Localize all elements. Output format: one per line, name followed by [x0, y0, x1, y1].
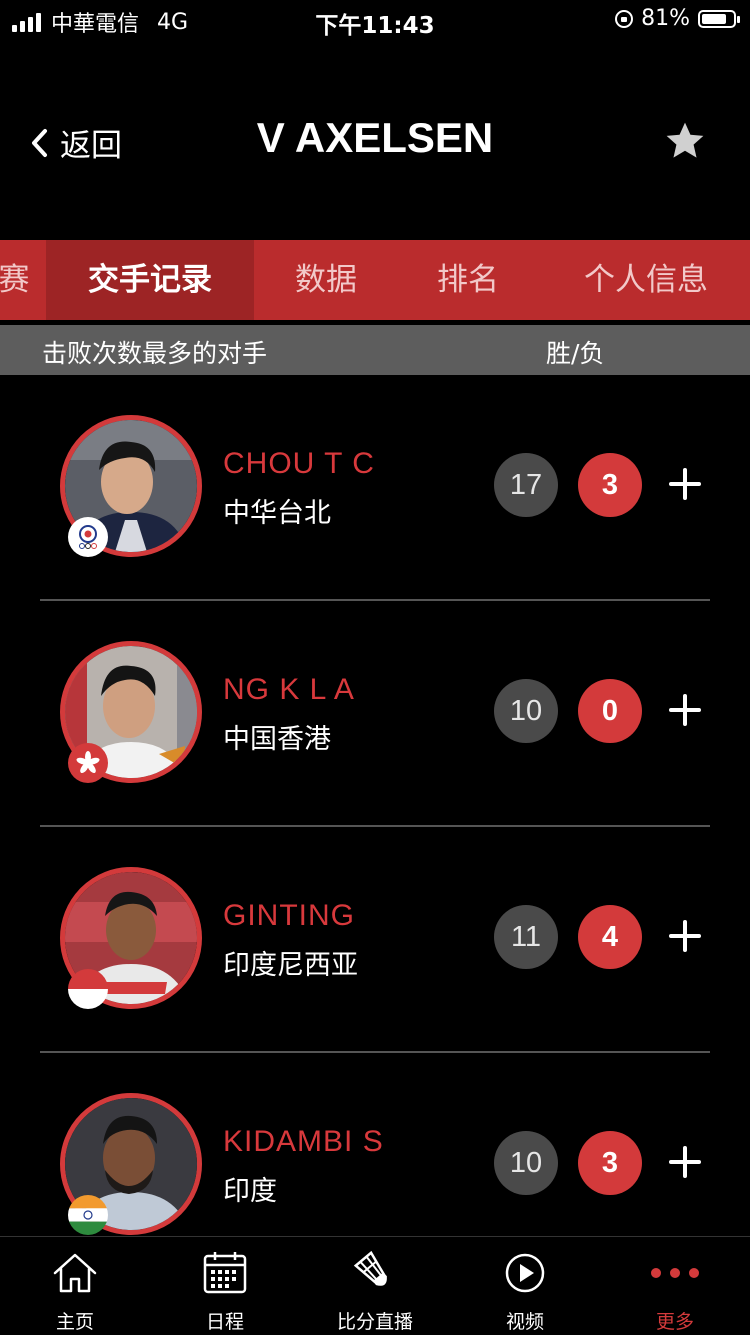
expand-plus-icon[interactable]: [668, 919, 702, 953]
battery-icon: [698, 9, 740, 28]
opponent-list: CHOU T C 中华台北 17 3 NG K L A 中国香港 10 0 GI…: [0, 375, 750, 1235]
bottom-nav: 主页 日程 比分直播 视频 更多: [0, 1236, 750, 1335]
opponent-country: 印度尼西亚: [223, 950, 358, 981]
opponent-country: 印度: [223, 1176, 277, 1207]
chinese-taipei-flag-icon: [68, 517, 108, 557]
list-item[interactable]: CHOU T C 中华台北 17 3: [0, 375, 750, 601]
nav-live-scores[interactable]: 比分直播: [300, 1237, 450, 1335]
status-bar: 中華電信 4G 下午11:43 81%: [0, 0, 750, 40]
column-header: 击败次数最多的对手 胜/负: [0, 325, 750, 375]
opponent-name: GINTING: [223, 899, 355, 932]
expand-plus-icon[interactable]: [668, 467, 702, 501]
losses-badge: 3: [578, 1131, 642, 1195]
nav-label: 日程: [205, 1311, 244, 1333]
indonesia-flag-icon: [68, 969, 108, 1009]
home-icon: [53, 1253, 97, 1293]
opponent-country: 中华台北: [223, 498, 331, 529]
tab-bar: 赛 交手记录 数据 排名 个人信息: [0, 240, 750, 320]
tab-profile[interactable]: 个人信息: [566, 240, 726, 320]
tab-partial[interactable]: 赛: [0, 240, 38, 320]
wins-badge: 11: [494, 905, 558, 969]
nav-video[interactable]: 视频: [450, 1237, 600, 1335]
tab-head-to-head[interactable]: 交手记录: [46, 240, 254, 320]
hong-kong-flag-icon: [68, 743, 108, 783]
nav-label: 更多: [655, 1311, 694, 1333]
win-loss-column-label: 胜/负: [546, 339, 605, 368]
india-flag-icon: [68, 1195, 108, 1235]
opponent-name: KIDAMBI S: [223, 1125, 384, 1158]
nav-label: 比分直播: [336, 1311, 413, 1333]
favorite-star-icon[interactable]: [664, 120, 706, 162]
opponent-column-label: 击败次数最多的对手: [42, 339, 268, 368]
wins-badge: 17: [494, 453, 558, 517]
opponent-name: CHOU T C: [223, 447, 375, 480]
list-item[interactable]: KIDAMBI S 印度 10 3: [0, 1053, 750, 1235]
nav-header: 返回 V AXELSEN: [0, 90, 750, 190]
nav-home[interactable]: 主页: [0, 1237, 150, 1335]
nav-schedule[interactable]: 日程: [150, 1237, 300, 1335]
nav-label: 视频: [505, 1311, 544, 1333]
more-dots-icon: [651, 1268, 699, 1278]
nav-label: 主页: [55, 1311, 94, 1333]
expand-plus-icon[interactable]: [668, 693, 702, 727]
calendar-icon: [203, 1252, 247, 1294]
opponent-name: NG K L A: [223, 673, 355, 706]
losses-badge: 0: [578, 679, 642, 743]
nav-more[interactable]: 更多: [600, 1237, 750, 1335]
tab-ranking[interactable]: 排名: [412, 240, 524, 320]
shuttlecock-icon: [353, 1250, 387, 1286]
list-item[interactable]: NG K L A 中国香港 10 0: [0, 601, 750, 827]
list-item[interactable]: GINTING 印度尼西亚 11 4: [0, 827, 750, 1053]
opponent-country: 中国香港: [223, 724, 331, 755]
wins-badge: 10: [494, 679, 558, 743]
losses-badge: 4: [578, 905, 642, 969]
expand-plus-icon[interactable]: [668, 1145, 702, 1179]
tab-stats[interactable]: 数据: [270, 240, 382, 320]
battery-percent: 81%: [641, 6, 690, 31]
wins-badge: 10: [494, 1131, 558, 1195]
losses-badge: 3: [578, 453, 642, 517]
orientation-lock-icon: [615, 9, 634, 28]
play-icon: [505, 1253, 545, 1293]
page-title: V AXELSEN: [256, 114, 494, 161]
